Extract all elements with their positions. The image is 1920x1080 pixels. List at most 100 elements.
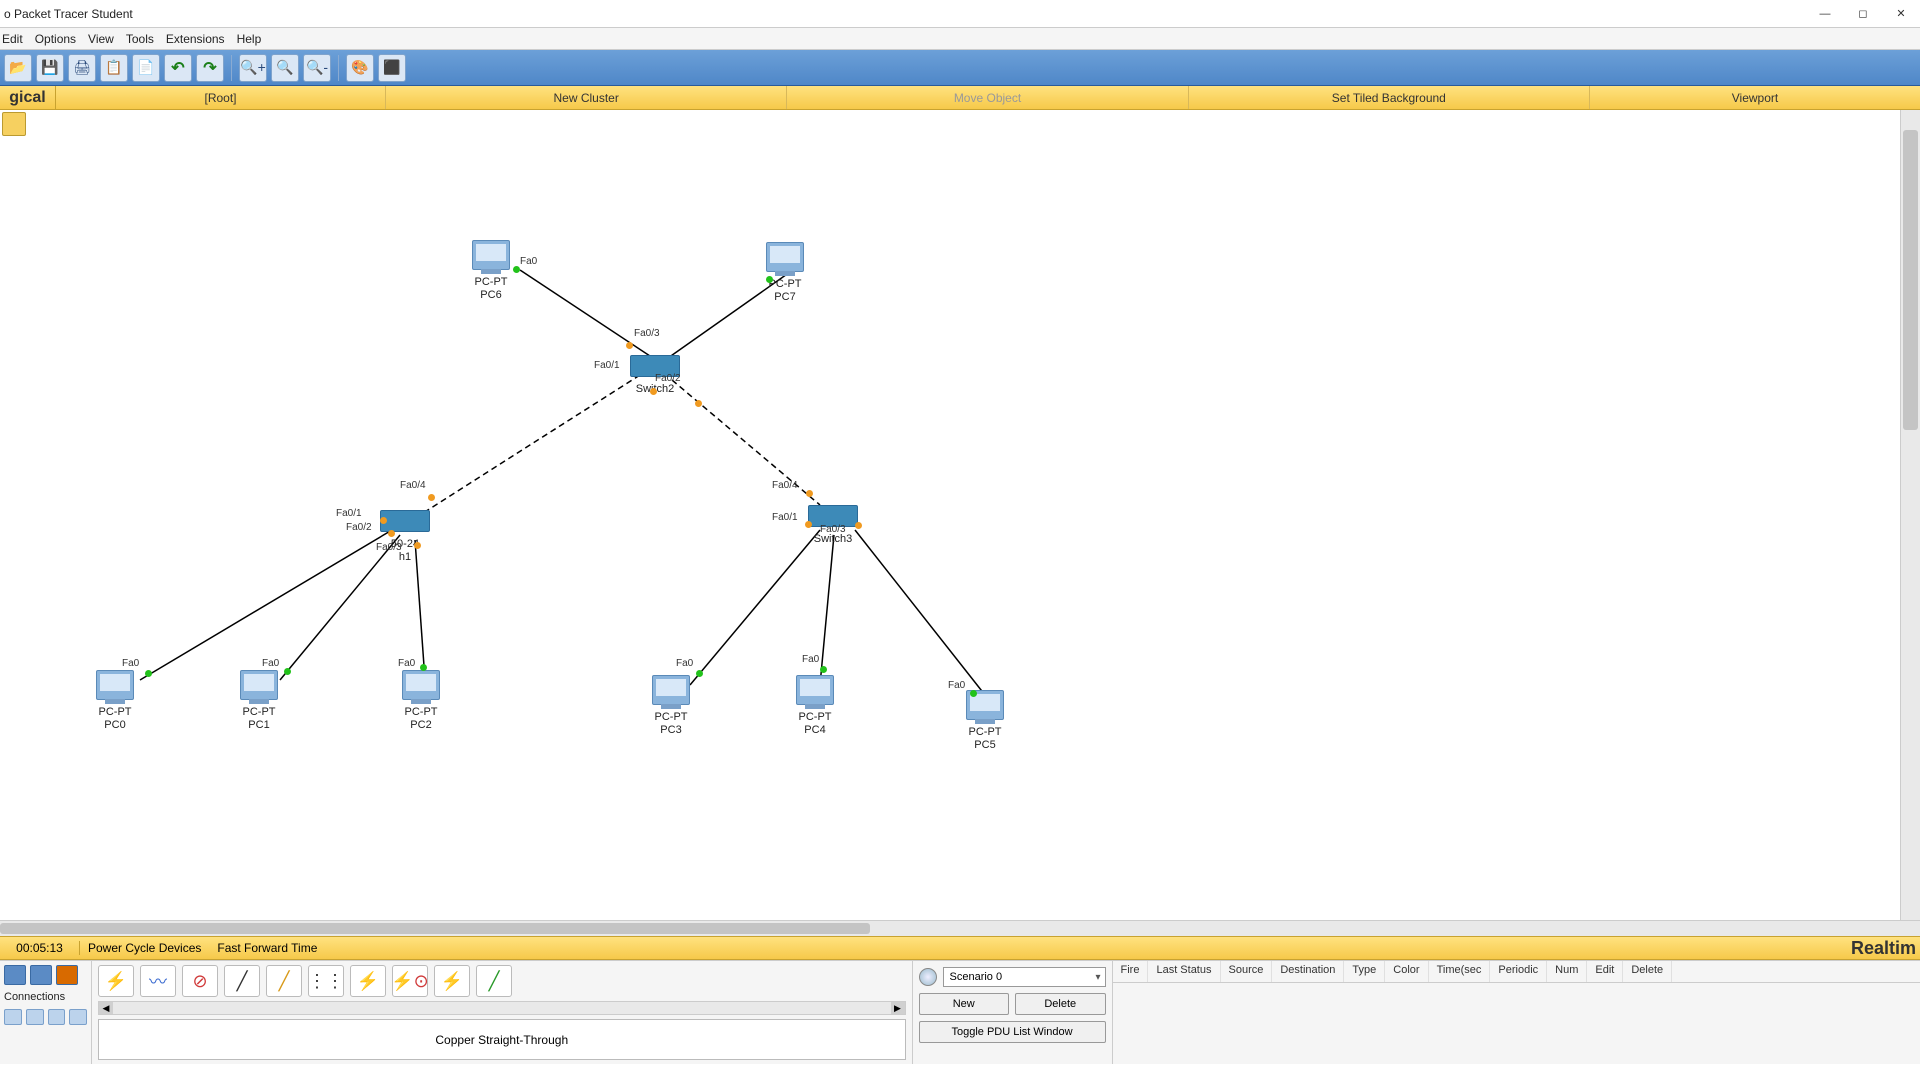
device-label: PC5 <box>974 739 995 751</box>
link-status-amber-icon <box>388 530 395 537</box>
workspace-canvas[interactable]: Switch2 Fa0/3 Fa0/1 Fa0/2 50-24h1 Fa0/4 … <box>0 110 1920 920</box>
horizontal-scrollbar[interactable] <box>0 920 1920 936</box>
pdu-col-source[interactable]: Source <box>1221 961 1273 982</box>
device-switch1[interactable]: 50-24h1 <box>380 510 430 564</box>
pc-icon <box>796 675 834 705</box>
coax-cable-icon[interactable]: ⚡⊙ <box>392 965 428 997</box>
link-status-green-icon <box>420 664 427 671</box>
link-status-amber-icon <box>380 517 387 524</box>
device-pc3[interactable]: PC-PTPC3 <box>652 675 690 737</box>
pdu-col-delete[interactable]: Delete <box>1623 961 1672 982</box>
save-icon[interactable]: 💾 <box>36 54 64 82</box>
menubar: Edit Options View Tools Extensions Help <box>0 28 1920 50</box>
menu-options[interactable]: Options <box>35 32 76 46</box>
category-icon[interactable] <box>56 965 78 985</box>
zoom-in-icon[interactable]: 🔍+ <box>239 54 267 82</box>
subcategory-icon[interactable] <box>26 1009 44 1025</box>
zoom-out-icon[interactable]: 🔍- <box>303 54 331 82</box>
power-cycle-button[interactable]: Power Cycle Devices <box>80 937 209 959</box>
draw-palette-icon[interactable]: 🎨 <box>346 54 374 82</box>
subcategory-icon[interactable] <box>4 1009 22 1025</box>
realtime-mode-label[interactable]: Realtim <box>1851 938 1920 959</box>
pdu-list-panel: Fire Last Status Source Destination Type… <box>1112 961 1920 1064</box>
subcategory-icon[interactable] <box>48 1009 66 1025</box>
paste-icon[interactable]: 📄 <box>132 54 160 82</box>
tool-scrollbar[interactable]: ◀ ▶ <box>98 1001 906 1015</box>
device-pc6[interactable]: PC-PTPC6 <box>472 240 510 302</box>
link-status-green-icon <box>766 276 773 283</box>
undo-icon[interactable]: ↶ <box>164 54 192 82</box>
pdu-col-color[interactable]: Color <box>1385 961 1428 982</box>
move-object-button[interactable]: Move Object <box>787 86 1188 109</box>
console-cable-icon[interactable]: 〰 <box>140 965 176 997</box>
open-icon[interactable]: 📂 <box>4 54 32 82</box>
pdu-col-edit[interactable]: Edit <box>1587 961 1623 982</box>
print-icon[interactable]: 🖨 <box>68 54 96 82</box>
subcategory-icon[interactable] <box>69 1009 87 1025</box>
zoom-reset-icon[interactable]: 🔍 <box>271 54 299 82</box>
menu-view[interactable]: View <box>88 32 114 46</box>
port-label: Fa0 <box>262 658 279 669</box>
new-cluster-button[interactable]: New Cluster <box>386 86 787 109</box>
scenario-select[interactable]: Scenario 0 <box>943 967 1106 987</box>
menu-edit[interactable]: Edit <box>2 32 23 46</box>
pdu-col-destination[interactable]: Destination <box>1272 961 1344 982</box>
minimize-button[interactable]: — <box>1806 0 1844 28</box>
pc-icon <box>96 670 134 700</box>
category-icon[interactable] <box>30 965 52 985</box>
device-pc5[interactable]: PC-PTPC5 <box>966 690 1004 752</box>
pdu-col-num[interactable]: Num <box>1547 961 1587 982</box>
fast-forward-button[interactable]: Fast Forward Time <box>209 937 325 959</box>
menu-extensions[interactable]: Extensions <box>166 32 225 46</box>
menu-help[interactable]: Help <box>237 32 262 46</box>
close-button[interactable]: ✕ <box>1882 0 1920 28</box>
scrollbar-thumb[interactable] <box>0 923 870 934</box>
cluster-badge-icon[interactable] <box>2 112 26 136</box>
straight-cable-icon[interactable]: ╱ <box>224 965 260 997</box>
toggle-pdu-list-button[interactable]: Toggle PDU List Window <box>919 1021 1106 1043</box>
logical-mode-label[interactable]: gical <box>0 86 56 109</box>
viewport-button[interactable]: Viewport <box>1590 86 1920 109</box>
pdu-col-fire[interactable]: Fire <box>1113 961 1149 982</box>
device-pc4[interactable]: PC-PTPC4 <box>796 675 834 737</box>
category-icon[interactable] <box>4 965 26 985</box>
pdu-col-time[interactable]: Time(sec <box>1429 961 1491 982</box>
scroll-left-icon[interactable]: ◀ <box>99 1002 113 1014</box>
time-bar: 00:05:13 Power Cycle Devices Fast Forwar… <box>0 936 1920 960</box>
maximize-button[interactable]: ◻ <box>1844 0 1882 28</box>
scrollbar-thumb[interactable] <box>1903 130 1918 430</box>
device-category-panel: Connections <box>0 961 92 1064</box>
pdu-col-periodic[interactable]: Periodic <box>1490 961 1547 982</box>
pdu-col-type[interactable]: Type <box>1344 961 1385 982</box>
menu-tools[interactable]: Tools <box>126 32 154 46</box>
device-type: PC-PT <box>99 706 132 718</box>
pdu-col-last[interactable]: Last Status <box>1148 961 1220 982</box>
scenario-new-button[interactable]: New <box>919 993 1010 1015</box>
device-pc2[interactable]: PC-PTPC2 <box>402 670 440 732</box>
tiled-background-button[interactable]: Set Tiled Background <box>1189 86 1590 109</box>
fiber-cable-icon[interactable]: ⋮⋮ <box>308 965 344 997</box>
vertical-scrollbar[interactable] <box>1900 110 1920 920</box>
link-status-green-icon <box>145 670 152 677</box>
link-status-amber-icon <box>695 400 702 407</box>
device-pc1[interactable]: PC-PTPC1 <box>240 670 278 732</box>
root-button[interactable]: [Root] <box>56 86 386 109</box>
redo-icon[interactable]: ↷ <box>196 54 224 82</box>
serial-dce-icon[interactable]: ⚡ <box>434 965 470 997</box>
copy-icon[interactable]: 📋 <box>100 54 128 82</box>
device-pc0[interactable]: PC-PTPC0 <box>96 670 134 732</box>
scenario-delete-button[interactable]: Delete <box>1015 993 1106 1015</box>
crossover-cable-icon[interactable]: ╱ <box>266 965 302 997</box>
connection-tools-panel: ⚡ 〰 ⊘ ╱ ╱ ⋮⋮ ⚡ ⚡⊙ ⚡ ╱ ◀ ▶ Copper Straigh… <box>92 961 912 1064</box>
custom-device-icon[interactable]: ⬛ <box>378 54 406 82</box>
scroll-right-icon[interactable]: ▶ <box>891 1002 905 1014</box>
port-label: Fa0/3 <box>634 328 660 339</box>
device-pc7[interactable]: PC-PTPC7 <box>766 242 804 304</box>
phone-cable-icon[interactable]: ⚡ <box>350 965 386 997</box>
logical-bar: gical [Root] New Cluster Move Object Set… <box>0 86 1920 110</box>
pc-icon <box>402 670 440 700</box>
no-cable-icon[interactable]: ⊘ <box>182 965 218 997</box>
scenario-name: Scenario 0 <box>950 971 1003 983</box>
auto-cable-icon[interactable]: ⚡ <box>98 965 134 997</box>
serial-dte-icon[interactable]: ╱ <box>476 965 512 997</box>
